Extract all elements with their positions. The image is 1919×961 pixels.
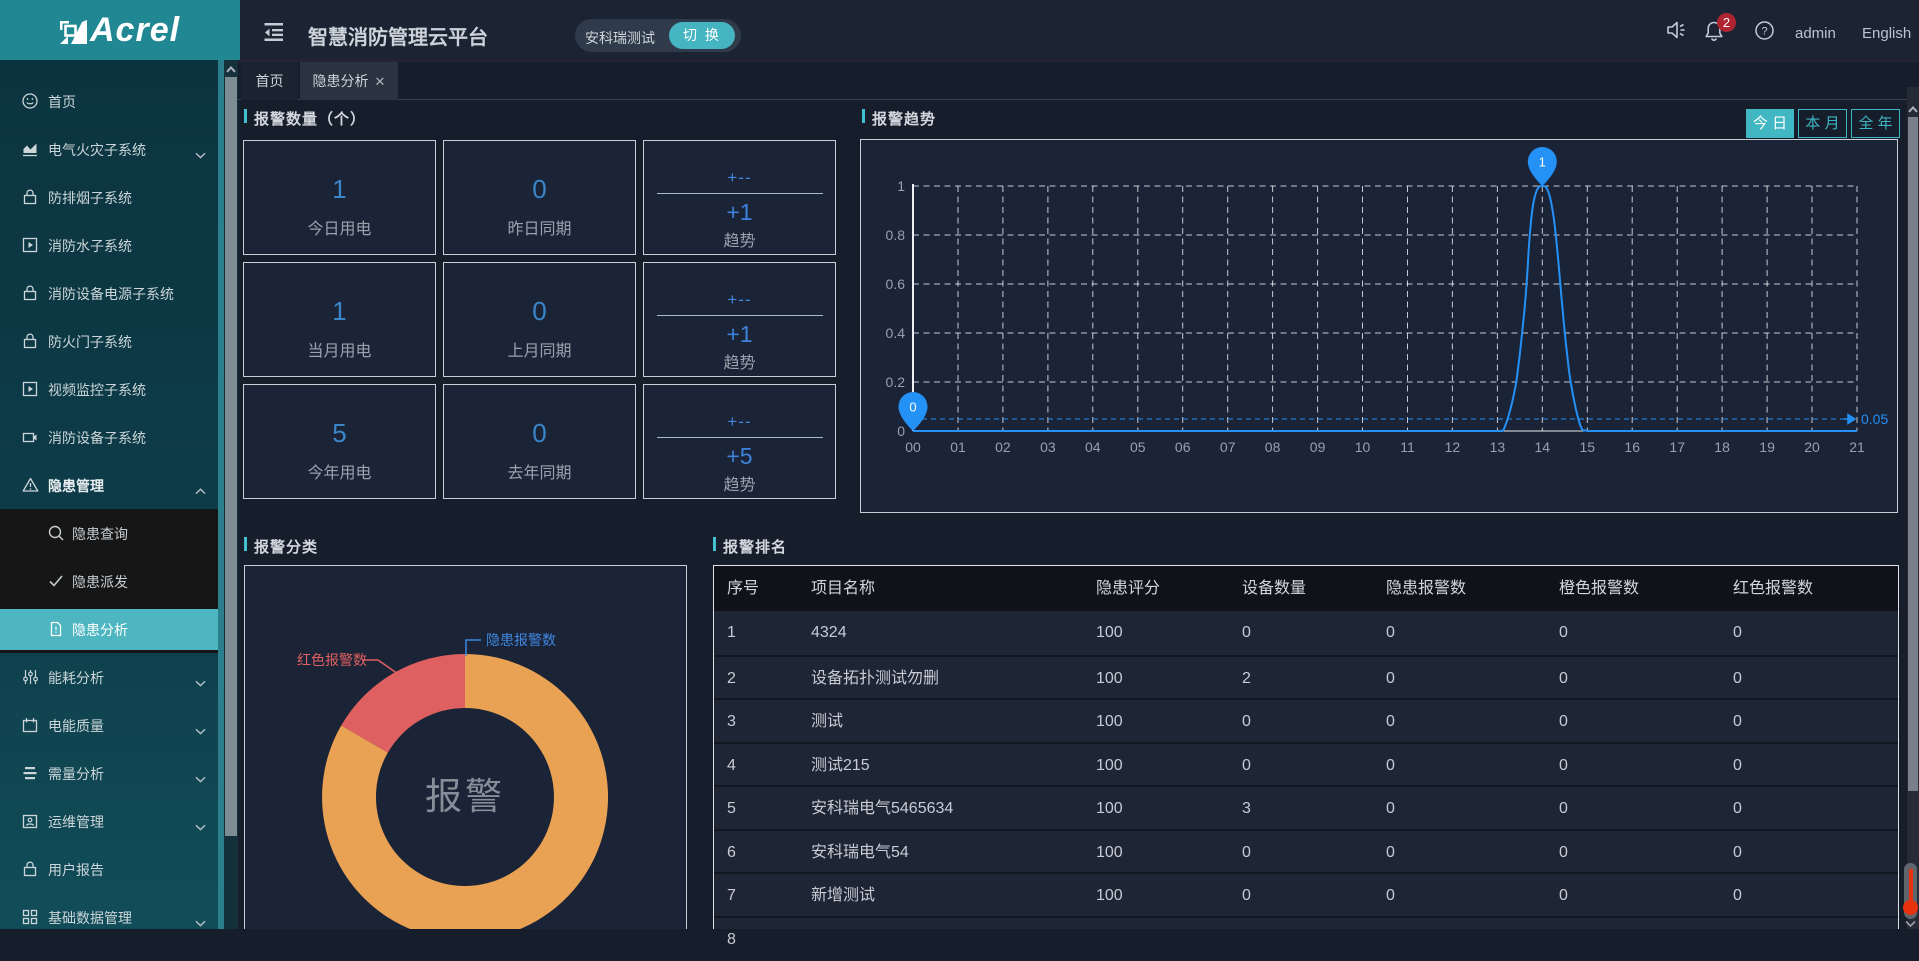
svg-text:07: 07 — [1220, 439, 1236, 455]
svg-text:04: 04 — [1085, 439, 1101, 455]
svg-text:03: 03 — [1040, 439, 1056, 455]
svg-text:21: 21 — [1849, 439, 1865, 455]
svg-text:14: 14 — [1535, 439, 1551, 455]
svg-text:0.05: 0.05 — [1861, 411, 1888, 427]
svg-text:01: 01 — [950, 439, 966, 455]
svg-text:0.8: 0.8 — [886, 227, 906, 243]
svg-text:0.6: 0.6 — [886, 276, 906, 292]
svg-text:1: 1 — [897, 178, 905, 194]
svg-text:18: 18 — [1714, 439, 1730, 455]
svg-text:00: 00 — [905, 439, 921, 455]
svg-text:15: 15 — [1580, 439, 1596, 455]
svg-text:16: 16 — [1624, 439, 1640, 455]
svg-text:0.4: 0.4 — [886, 325, 906, 341]
svg-text:02: 02 — [995, 439, 1011, 455]
svg-text:红色报警数: 红色报警数 — [297, 652, 367, 668]
svg-text:13: 13 — [1490, 439, 1506, 455]
svg-text:0: 0 — [897, 423, 905, 439]
svg-text:05: 05 — [1130, 439, 1146, 455]
svg-text:08: 08 — [1265, 439, 1281, 455]
svg-text:12: 12 — [1445, 439, 1461, 455]
svg-text:20: 20 — [1804, 439, 1820, 455]
svg-text:0: 0 — [909, 400, 916, 415]
svg-text:0.2: 0.2 — [886, 374, 906, 390]
svg-text:1: 1 — [1539, 155, 1546, 170]
svg-text:11: 11 — [1400, 439, 1415, 455]
svg-text:隐患报警数: 隐患报警数 — [486, 632, 556, 648]
svg-text:?: ? — [1761, 26, 1767, 38]
svg-text:19: 19 — [1759, 439, 1775, 455]
svg-text:报警: 报警 — [425, 776, 505, 817]
svg-text:06: 06 — [1175, 439, 1191, 455]
svg-text:10: 10 — [1355, 439, 1371, 455]
svg-text:09: 09 — [1310, 439, 1326, 455]
svg-text:17: 17 — [1669, 439, 1685, 455]
